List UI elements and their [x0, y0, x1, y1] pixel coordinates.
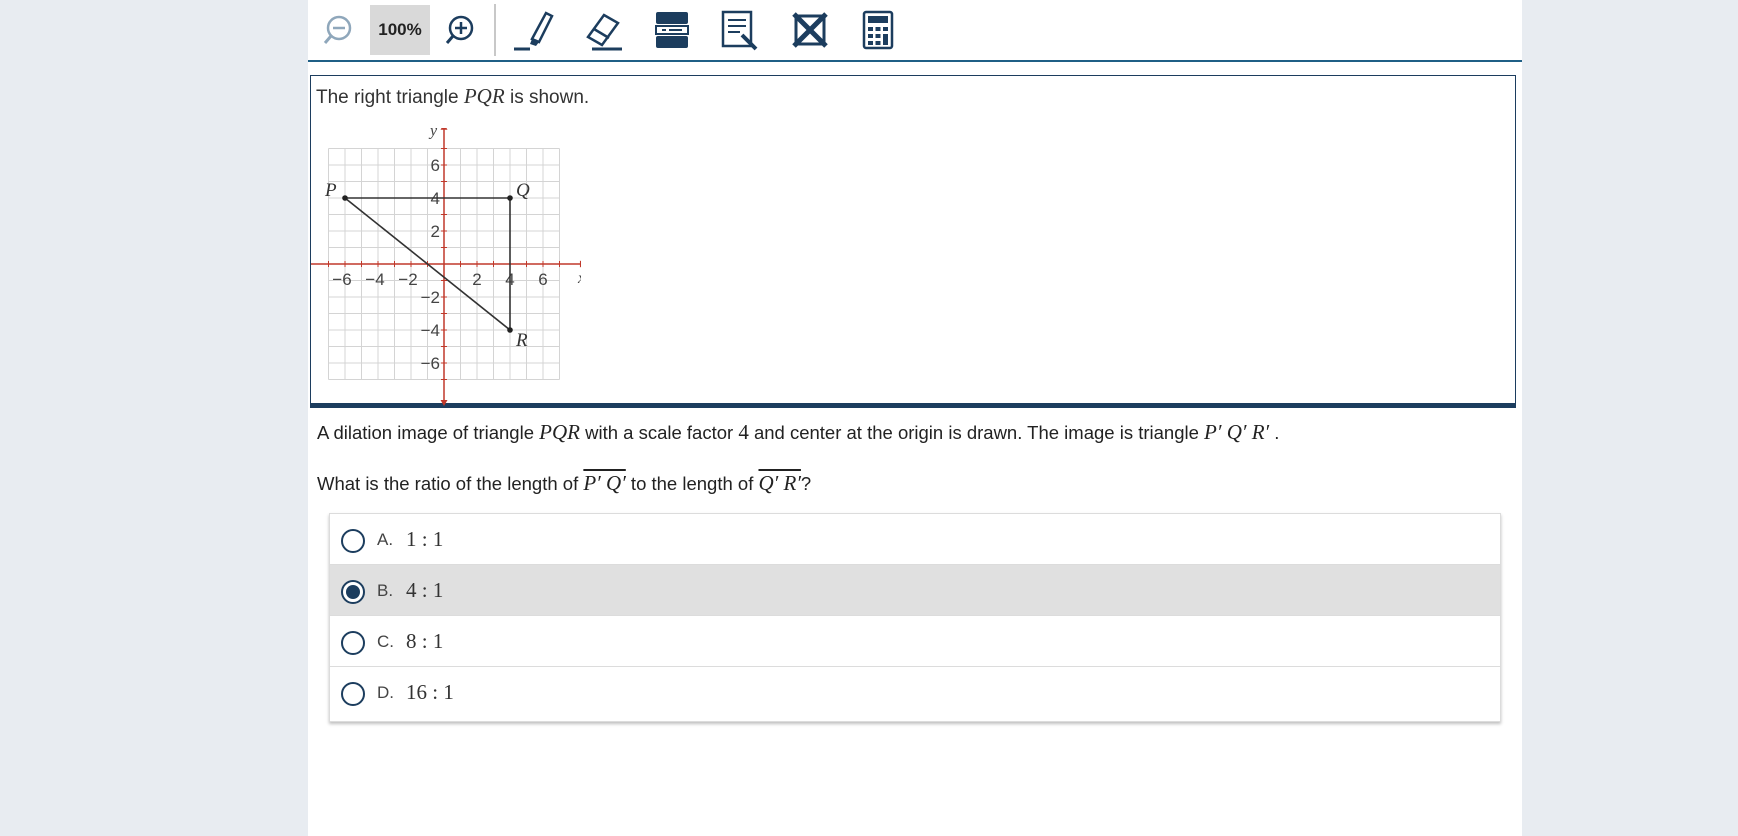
toolbar: 100% [308, 0, 1522, 62]
question-line-1: A dilation image of triangle PQR with a … [317, 420, 1279, 445]
q1-text-b: with a scale factor [579, 422, 739, 443]
notepad-button[interactable] [712, 6, 768, 54]
y-axis-arrow-up [440, 128, 448, 130]
test-panel: 100% The right triangle PQR is shown. −6… [308, 0, 1522, 836]
radio-button-selected[interactable] [341, 580, 365, 604]
q1-image-triangle: P′ Q′ R′ [1204, 420, 1270, 444]
q1-text-c: and center at the origin is drawn. The i… [748, 422, 1205, 443]
notepad-icon [721, 10, 758, 51]
stimulus-text: The right triangle PQR is shown. [316, 84, 589, 109]
stimulus-text-after: is shown. [504, 87, 590, 108]
option-c[interactable]: C. 8 : 1 [330, 616, 1500, 667]
triangle-name: PQR [463, 84, 505, 108]
y-tick-label: −6 [421, 354, 440, 373]
option-value: 1 : 1 [406, 527, 444, 551]
option-value: 4 : 1 [406, 578, 444, 602]
question-line-2: What is the ratio of the length of P′ Q′… [317, 471, 811, 496]
vertex-point [342, 195, 348, 201]
calculator-button[interactable] [850, 6, 906, 54]
y-tick-label: −4 [421, 321, 440, 340]
eraser-button[interactable] [576, 6, 632, 54]
option-letter: B. [377, 581, 394, 600]
q1-scale-factor: 4 [738, 420, 749, 444]
line-reader-icon [655, 12, 689, 48]
x-axis-arrow-right [579, 260, 581, 268]
q1-triangle: PQR [539, 420, 580, 444]
calculator-icon [862, 10, 894, 50]
coordinate-graph: −6−4−2246642−2−4−6xyPQR [311, 128, 581, 406]
answer-eliminator-button[interactable] [782, 6, 838, 54]
q2-text-b: to the length of [625, 473, 759, 494]
q2-segment-2: Q′ R′ [758, 471, 801, 495]
y-axis-label: y [428, 128, 438, 140]
q2-text-a: What is the ratio of the length of [317, 473, 584, 494]
option-b[interactable]: B. 4 : 1 [330, 565, 1500, 616]
stimulus-passage: The right triangle PQR is shown. −6 −4 −2 2… [310, 75, 1516, 408]
y-axis-arrow-down [440, 399, 448, 406]
x-tick-label: −2 [398, 270, 417, 289]
vertex-point [507, 195, 513, 201]
radio-button[interactable] [341, 682, 365, 706]
option-letter: C. [377, 632, 394, 651]
line-reader-button[interactable] [644, 6, 700, 54]
q2-segment-1: P′ Q′ [583, 471, 626, 495]
vertex-point [507, 327, 513, 333]
x-tick-label: 6 [538, 270, 547, 289]
x-tick-label: −6 [332, 270, 351, 289]
zoom-level: 100% [370, 5, 430, 55]
option-d[interactable]: D. 16 : 1 [330, 667, 1500, 719]
q2-text-end: ? [800, 473, 812, 494]
vertex-label: R [515, 330, 528, 351]
eraser-icon [586, 13, 622, 51]
highlighter-icon [514, 11, 554, 51]
y-tick-label: 2 [431, 222, 440, 241]
zoom-in-button[interactable] [434, 6, 486, 54]
zoom-out-icon [323, 15, 352, 44]
answer-options: A. 1 : 1 B. 4 : 1 C. 8 : 1 D. 16 : 1 [329, 513, 1501, 722]
stimulus-text-before: The right triangle [316, 87, 464, 108]
zoom-out-button[interactable] [312, 6, 364, 54]
answer-eliminator-icon [792, 12, 828, 48]
radio-dot [346, 585, 360, 599]
highlighter-button[interactable] [506, 6, 562, 54]
radio-button[interactable] [341, 631, 365, 655]
y-tick-label: 6 [431, 156, 440, 175]
x-tick-label: 2 [472, 270, 481, 289]
q1-text-end: . [1269, 422, 1280, 443]
y-tick-label: −2 [421, 288, 440, 307]
vertex-label: P [324, 180, 337, 201]
x-axis-label: x [577, 270, 581, 287]
radio-button[interactable] [341, 529, 365, 553]
zoom-in-icon [445, 15, 474, 44]
x-tick-label: −4 [365, 270, 384, 289]
option-letter: D. [377, 683, 394, 702]
option-value: 8 : 1 [406, 629, 444, 653]
option-a[interactable]: A. 1 : 1 [330, 514, 1500, 565]
option-value: 16 : 1 [406, 680, 454, 704]
toolbar-separator [494, 4, 496, 56]
vertex-label: Q [516, 180, 530, 201]
option-letter: A. [377, 530, 394, 549]
q1-text-a: A dilation image of triangle [317, 422, 540, 443]
